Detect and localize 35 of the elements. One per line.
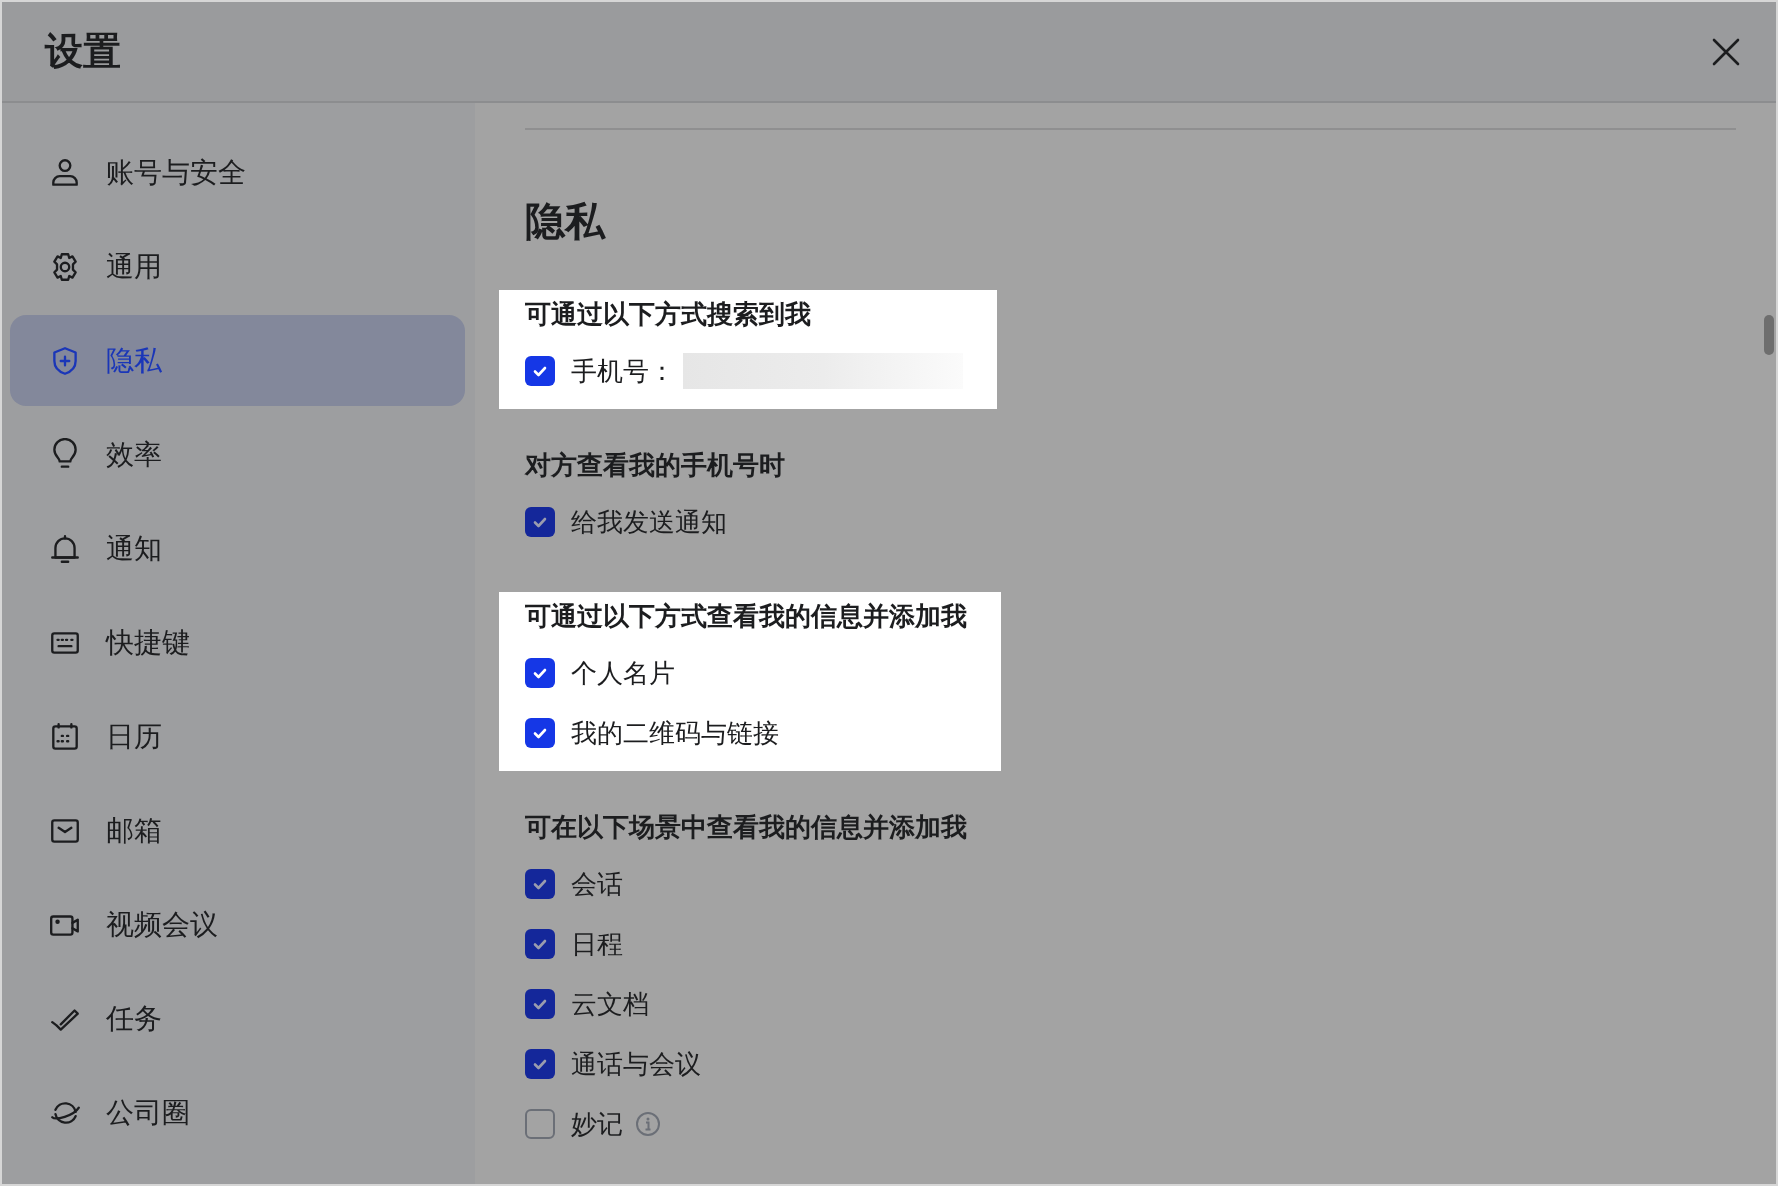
checkbox[interactable] bbox=[525, 718, 555, 748]
option-label: 手机号： bbox=[571, 354, 675, 388]
group-title: 对方查看我的手机号时 bbox=[525, 449, 785, 482]
checkbox[interactable] bbox=[525, 989, 555, 1019]
sidebar-item[interactable]: 邮箱 bbox=[10, 785, 465, 876]
option-label: 我的二维码与链接 bbox=[571, 716, 779, 750]
sidebar-item[interactable]: 日历 bbox=[10, 691, 465, 782]
checkbox[interactable] bbox=[525, 929, 555, 959]
checkbox[interactable] bbox=[525, 356, 555, 386]
sidebar-item[interactable]: 快捷键 bbox=[10, 597, 465, 688]
option-label: 个人名片 bbox=[571, 656, 675, 690]
scrollbar-thumb[interactable] bbox=[1764, 315, 1774, 355]
option-label: 云文档 bbox=[571, 987, 649, 1021]
sidebar-item[interactable]: 效率 bbox=[10, 409, 465, 500]
option-label: 妙记 bbox=[571, 1107, 623, 1141]
checkbox[interactable] bbox=[525, 869, 555, 899]
sidebar-item[interactable]: 公司圈 bbox=[10, 1067, 465, 1158]
sidebar-item[interactable]: 通知 bbox=[10, 503, 465, 594]
group-title: 可通过以下方式搜索到我 bbox=[525, 298, 812, 331]
checkbox[interactable] bbox=[525, 658, 555, 688]
sidebar-item[interactable]: 任务 bbox=[10, 973, 465, 1064]
option-label: 给我发送通知 bbox=[571, 505, 727, 539]
checkbox[interactable] bbox=[525, 1109, 555, 1139]
group-title: 可通过以下方式查看我的信息并添加我 bbox=[525, 600, 967, 633]
checkbox[interactable] bbox=[525, 1049, 555, 1079]
checkbox[interactable] bbox=[525, 507, 555, 537]
group-title: 可在以下场景中查看我的信息并添加我 bbox=[525, 811, 967, 844]
sidebar-item[interactable]: 通用 bbox=[10, 221, 465, 312]
section-heading: 隐私 bbox=[525, 197, 607, 246]
option-label: 会话 bbox=[571, 867, 623, 901]
sidebar-item[interactable]: 账号与安全 bbox=[10, 127, 465, 218]
window-title: 设置 bbox=[45, 28, 121, 75]
sidebar-item[interactable]: 视频会议 bbox=[10, 879, 465, 970]
option-label: 通话与会议 bbox=[571, 1047, 701, 1081]
option-label: 日程 bbox=[571, 927, 623, 961]
